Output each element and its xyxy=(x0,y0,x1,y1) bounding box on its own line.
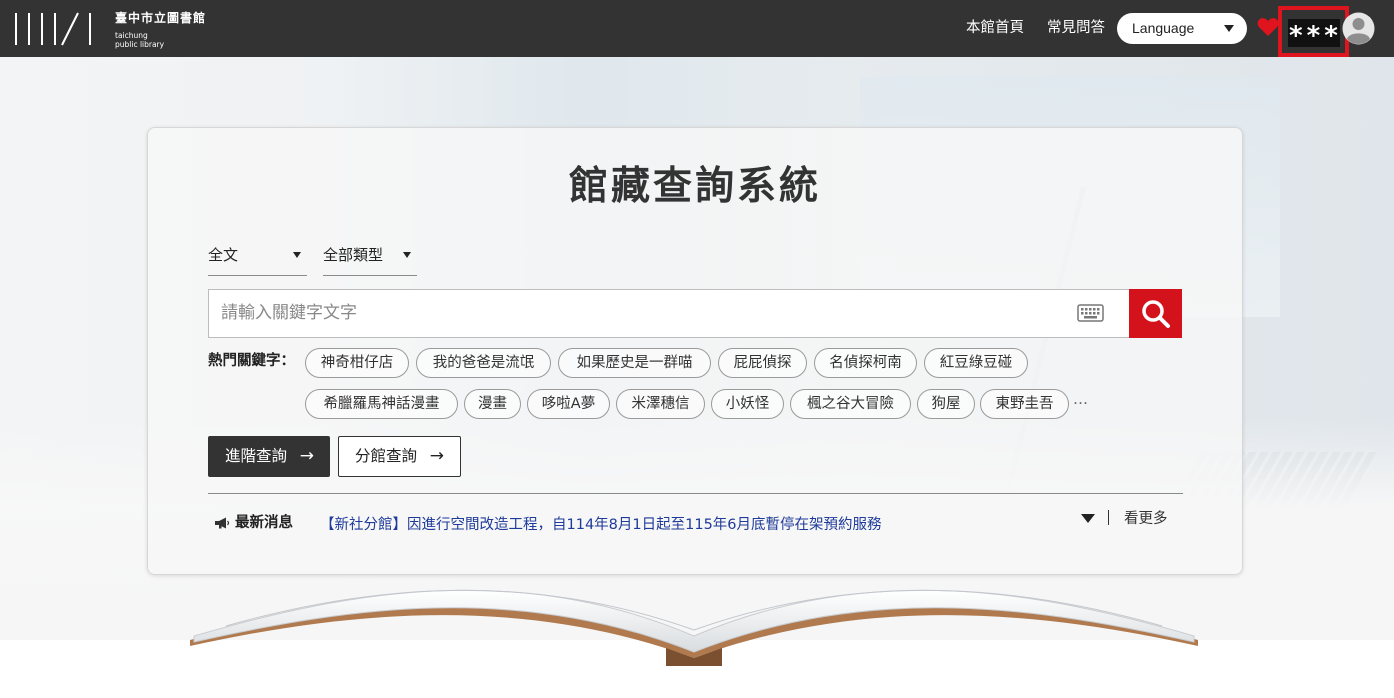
hot-keyword-chip[interactable]: 楓之谷大冒險 xyxy=(790,389,911,419)
news-divider xyxy=(208,493,1183,494)
catalog-search-panel: 館藏查詢系統 全文 全部類型 請輸入關鍵字文字 熱門關鍵字： 神奇柑仔店 我的爸… xyxy=(147,127,1243,575)
logo-english-name-line2: public library xyxy=(115,40,165,49)
search-field-select[interactable]: 全文 xyxy=(208,238,307,276)
advanced-search-button[interactable]: 進階查詢 → xyxy=(208,436,330,477)
megaphone-icon xyxy=(215,517,230,529)
news-label: 最新消息 xyxy=(235,515,293,531)
material-type-select-value: 全部類型 xyxy=(323,246,384,264)
library-logo[interactable]: 臺中市立圖書館 taichung public library xyxy=(14,11,205,49)
avatar-icon[interactable] xyxy=(1342,12,1375,45)
chevron-down-icon xyxy=(293,252,301,258)
search-input[interactable]: 請輸入關鍵字文字 xyxy=(208,289,1130,338)
language-select-value: Language xyxy=(1132,20,1195,36)
arrow-right-icon: → xyxy=(299,446,314,466)
hot-keyword-chip[interactable]: 米澤穗信 xyxy=(616,389,705,419)
page-title: 館藏查詢系統 xyxy=(568,164,821,209)
hot-keyword-chip[interactable]: 希臘羅馬神話漫畫 xyxy=(305,389,458,419)
language-select[interactable]: Language xyxy=(1117,13,1247,44)
hot-keyword-chip[interactable]: 紅豆綠豆碰 xyxy=(924,348,1028,378)
advanced-search-label: 進階查詢 xyxy=(225,447,288,465)
hot-keyword-chip[interactable]: 漫畫 xyxy=(464,389,521,419)
chevron-down-icon xyxy=(403,252,411,258)
logo-english-name-line1: taichung xyxy=(115,31,148,40)
hot-keyword-chip[interactable]: 小妖怪 xyxy=(711,389,784,419)
user-name-highlight[interactable]: *** xyxy=(1278,6,1349,57)
logo-mark-icon xyxy=(15,12,91,46)
hot-keyword-chip[interactable]: 哆啦A夢 xyxy=(527,389,610,419)
chevron-down-icon xyxy=(1224,25,1234,32)
hot-keyword-chip[interactable]: 神奇柑仔店 xyxy=(305,348,409,378)
heart-icon[interactable] xyxy=(1257,17,1279,37)
material-type-select[interactable]: 全部類型 xyxy=(323,238,417,276)
top-navigation-bar: 臺中市立圖書館 taichung public library 本館首頁 常見問… xyxy=(0,0,1394,57)
news-separator xyxy=(1108,510,1109,525)
search-field-select-value: 全文 xyxy=(208,246,239,264)
branch-search-label: 分館查詢 xyxy=(355,447,418,465)
keyboard-icon[interactable] xyxy=(1077,304,1104,322)
nav-link-home[interactable]: 本館首頁 xyxy=(966,18,1024,38)
more-keywords-ellipsis[interactable]: … xyxy=(1073,390,1088,408)
chevron-down-icon[interactable] xyxy=(1081,514,1095,523)
arrow-right-icon: → xyxy=(429,446,444,466)
news-more-link[interactable]: 看更多 xyxy=(1124,507,1168,528)
user-name-masked: *** xyxy=(1288,19,1341,51)
search-button[interactable] xyxy=(1129,289,1182,338)
search-input-placeholder: 請輸入關鍵字文字 xyxy=(221,303,357,323)
hot-keyword-chip[interactable]: 名偵探柯南 xyxy=(814,348,917,378)
nav-link-faq[interactable]: 常見問答 xyxy=(1047,18,1105,38)
news-headline-link[interactable]: 【新社分館】因進行空間改造工程，自114年8月1日起至115年6月底暫停在架預約… xyxy=(320,513,882,534)
hot-keyword-chip[interactable]: 如果歷史是一群喵 xyxy=(558,348,711,378)
hot-keyword-chip[interactable]: 東野圭吾 xyxy=(980,389,1069,419)
logo-text: 臺中市立圖書館 taichung public library xyxy=(115,11,235,49)
hot-keyword-chip[interactable]: 狗屋 xyxy=(917,389,975,419)
search-icon xyxy=(1142,300,1170,328)
hot-keyword-chip[interactable]: 我的爸爸是流氓 xyxy=(416,348,551,378)
hot-keywords-label: 熱門關鍵字： xyxy=(208,353,295,369)
branch-search-button[interactable]: 分館查詢 → xyxy=(338,436,461,477)
logo-chinese-name: 臺中市立圖書館 xyxy=(115,11,207,25)
hot-keyword-chip[interactable]: 屁屁偵探 xyxy=(718,348,807,378)
